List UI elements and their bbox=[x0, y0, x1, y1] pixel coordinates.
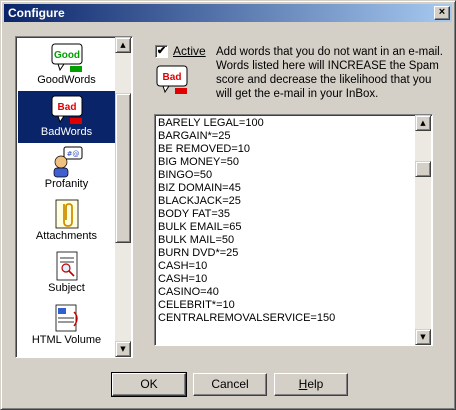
list-item[interactable]: BE REMOVED=10 bbox=[158, 143, 414, 156]
category-label: Attachments bbox=[35, 230, 98, 242]
list-item[interactable]: BULK MAIL=50 bbox=[158, 234, 414, 247]
list-item[interactable]: BLACKJACK=25 bbox=[158, 195, 414, 208]
list-item[interactable]: BARELY LEGAL=100 bbox=[158, 117, 414, 130]
cancel-button[interactable]: Cancel bbox=[193, 373, 267, 396]
list-item[interactable]: CASH=10 bbox=[158, 273, 414, 286]
subject-icon bbox=[56, 251, 78, 281]
good-icon: Good bbox=[51, 43, 83, 72]
list-item[interactable]: CELEBRIT*=10 bbox=[158, 299, 414, 312]
list-item[interactable]: BINGO=50 bbox=[158, 169, 414, 182]
ok-button[interactable]: OK bbox=[111, 372, 187, 397]
category-subject[interactable]: Subject bbox=[18, 247, 115, 299]
badwords-list[interactable]: BARELY LEGAL=100 BARGAIN*=25 BE REMOVED=… bbox=[154, 114, 433, 346]
category-label: HTML Volume bbox=[31, 334, 102, 346]
paperclip-icon bbox=[55, 199, 79, 229]
scroll-thumb[interactable] bbox=[115, 93, 131, 243]
active-label: Active bbox=[173, 44, 206, 58]
svg-text:Good: Good bbox=[54, 50, 80, 61]
scroll-up-button[interactable]: ▲ bbox=[415, 115, 431, 131]
svg-text:Bad: Bad bbox=[163, 72, 182, 83]
configure-dialog: Configure × Good GoodWords Bad BadWords … bbox=[0, 0, 456, 410]
category-label: GoodWords bbox=[37, 74, 96, 86]
category-goodwords[interactable]: Good GoodWords bbox=[18, 39, 115, 91]
scroll-down-button[interactable]: ▼ bbox=[115, 341, 131, 357]
profanity-icon: #@ bbox=[53, 146, 83, 178]
category-list: Good GoodWords Bad BadWords #@ Profanity… bbox=[15, 36, 133, 358]
category-badwords[interactable]: Bad BadWords bbox=[18, 91, 115, 143]
html-volume-icon bbox=[55, 304, 78, 332]
help-button[interactable]: Help bbox=[274, 373, 348, 396]
active-checkbox[interactable]: ✔ bbox=[155, 45, 168, 58]
window-title: Configure bbox=[8, 6, 65, 20]
list-item[interactable]: BULK EMAIL=65 bbox=[158, 221, 414, 234]
badwords-scrollbar[interactable]: ▲ ▼ bbox=[415, 115, 431, 345]
scroll-down-button[interactable]: ▼ bbox=[415, 329, 431, 345]
list-item[interactable]: BIZ DOMAIN=45 bbox=[158, 182, 414, 195]
category-profanity[interactable]: #@ Profanity bbox=[18, 143, 115, 195]
category-label: BadWords bbox=[40, 126, 93, 138]
bad-icon: Bad bbox=[51, 95, 83, 124]
category-next-partial bbox=[18, 351, 115, 358]
list-item[interactable]: CENTRALREMOVALSERVICE=150 bbox=[158, 312, 414, 325]
list-item[interactable]: CASH=10 bbox=[158, 260, 414, 273]
list-item[interactable]: BIG MONEY=50 bbox=[158, 156, 414, 169]
list-item[interactable]: CASINO=40 bbox=[158, 286, 414, 299]
list-item[interactable]: BURN DVD*=25 bbox=[158, 247, 414, 260]
category-attachments[interactable]: Attachments bbox=[18, 195, 115, 247]
list-item[interactable]: BARGAIN*=25 bbox=[158, 130, 414, 143]
category-scrollbar[interactable]: ▲ ▼ bbox=[115, 37, 131, 357]
svg-text:Bad: Bad bbox=[58, 102, 77, 113]
list-item[interactable]: BODY FAT=35 bbox=[158, 208, 414, 221]
category-html-volume[interactable]: HTML Volume bbox=[18, 299, 115, 351]
category-label: Profanity bbox=[44, 178, 89, 190]
svg-text:#@: #@ bbox=[67, 150, 80, 158]
category-partial-icon bbox=[50, 354, 84, 358]
close-button[interactable]: × bbox=[434, 6, 450, 20]
bad-icon: Bad bbox=[156, 65, 188, 94]
scroll-thumb[interactable] bbox=[415, 161, 431, 177]
help-label: elp bbox=[307, 377, 324, 391]
title-bar: Configure × bbox=[4, 4, 452, 22]
category-label: Subject bbox=[48, 282, 85, 294]
badwords-description: Add words that you do not want in an e-m… bbox=[216, 46, 443, 100]
scroll-up-button[interactable]: ▲ bbox=[115, 37, 131, 53]
